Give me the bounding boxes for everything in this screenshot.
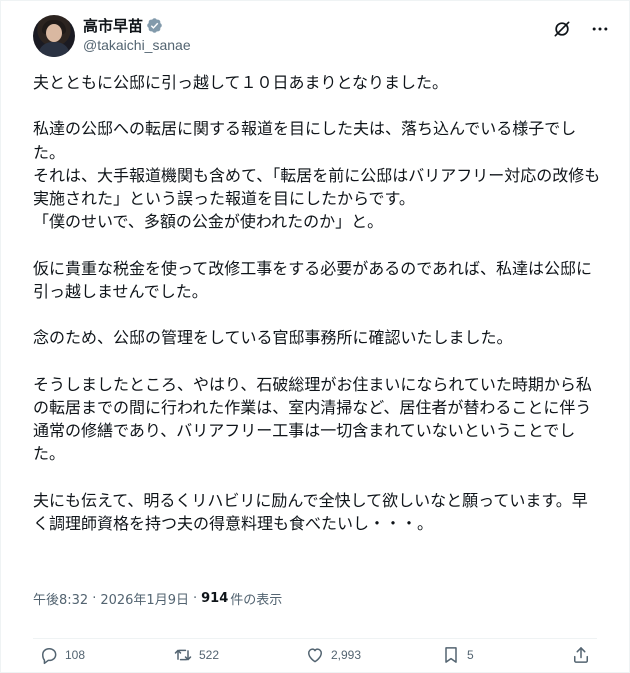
like-count: 2,993 bbox=[331, 648, 362, 662]
action-bar: 108 522 2,993 5 bbox=[33, 638, 597, 667]
reply-count: 108 bbox=[65, 648, 86, 662]
like-button[interactable]: 2,993 bbox=[305, 643, 361, 667]
retweet-button[interactable]: 522 bbox=[173, 643, 219, 667]
retweet-icon bbox=[174, 649, 192, 661]
post-time[interactable]: 午後8:32 bbox=[33, 589, 88, 608]
views-count: 914 bbox=[201, 591, 229, 606]
meta-separator: · bbox=[92, 591, 97, 606]
grok-icon[interactable] bbox=[551, 18, 573, 40]
tweet-text: 夫とともに公邸に引っ越して１０日あまりとなりました。 私達の公邸への転居に関する… bbox=[33, 73, 601, 533]
meta-separator: · bbox=[192, 591, 198, 606]
avatar[interactable] bbox=[33, 15, 75, 57]
bookmark-count: 5 bbox=[467, 648, 474, 662]
username[interactable]: @takaichi_sanae bbox=[83, 37, 191, 53]
bookmark-button[interactable]: 5 bbox=[441, 643, 474, 667]
tweet-card: 高市早苗 @takaichi_sanae 夫とともに公邸に引っ越して１０日あまり… bbox=[0, 0, 630, 673]
retweet-count: 522 bbox=[199, 648, 220, 662]
share-icon bbox=[574, 647, 588, 663]
views-label: 件の表示 bbox=[230, 593, 283, 608]
post-date[interactable]: 2026年1月9日 bbox=[100, 589, 189, 608]
more-dots-icon[interactable] bbox=[589, 18, 611, 40]
verified-badge-icon bbox=[146, 17, 163, 34]
reply-icon bbox=[42, 648, 57, 665]
share-button[interactable] bbox=[571, 643, 591, 667]
user-info: 高市早苗 @takaichi_sanae bbox=[83, 15, 191, 54]
reply-button[interactable]: 108 bbox=[39, 643, 85, 667]
heart-icon bbox=[308, 648, 322, 663]
tweet-meta: 午後8:32 · 2026年1月9日 · 914 件の表示 bbox=[33, 589, 282, 608]
tweet-header: 高市早苗 @takaichi_sanae bbox=[33, 15, 615, 59]
display-name[interactable]: 高市早苗 bbox=[83, 15, 143, 36]
bookmark-icon bbox=[445, 647, 457, 663]
